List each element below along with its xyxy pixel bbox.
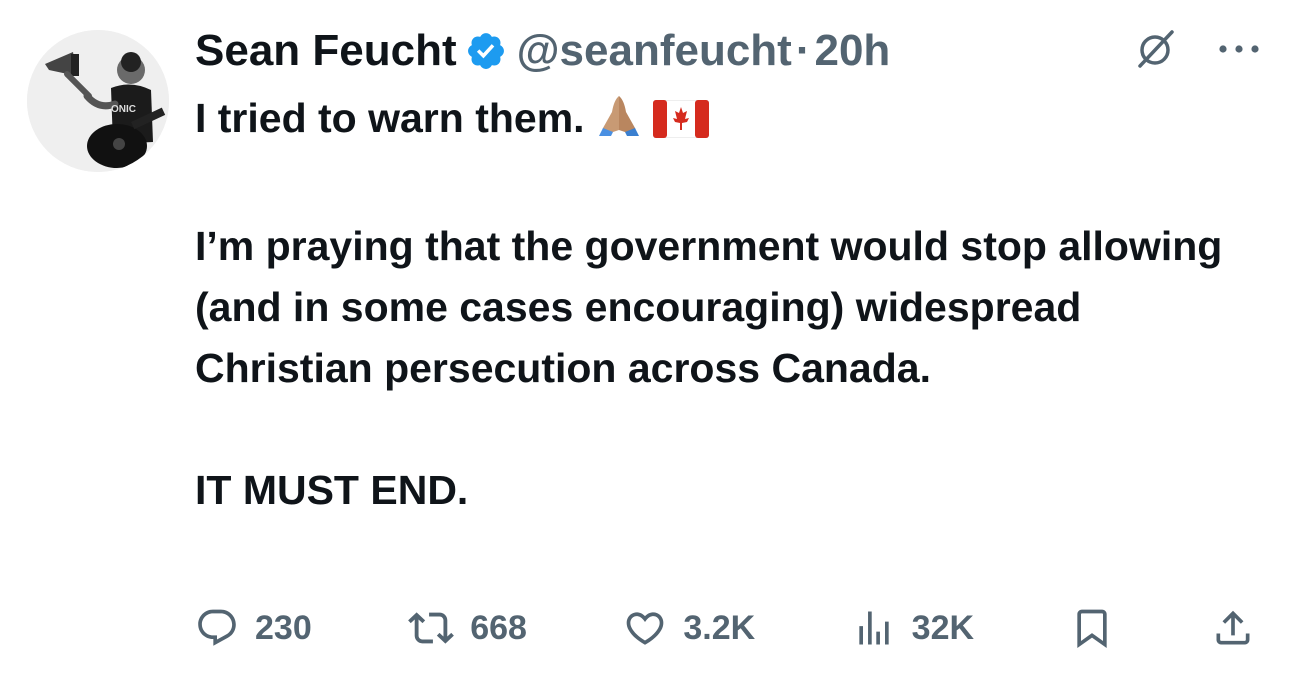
separator-dot: · — [795, 26, 811, 75]
tweet-paragraph-2: I’m praying that the government would st… — [195, 223, 1223, 391]
reply-count: 230 — [255, 608, 312, 647]
reply-icon — [195, 606, 239, 650]
repost-icon — [408, 605, 455, 651]
avatar[interactable]: ONIC — [27, 30, 169, 172]
like-count: 3.2K — [683, 608, 756, 647]
share-icon — [1211, 606, 1255, 650]
repost-count: 668 — [470, 608, 527, 647]
more-icon[interactable] — [1218, 43, 1260, 55]
tweet-line-1-text: I tried to warn them. — [195, 95, 585, 141]
timestamp[interactable]: 20h — [814, 26, 890, 76]
repost-button[interactable]: 668 — [408, 605, 527, 651]
share-button[interactable] — [1211, 606, 1255, 650]
canada-flag-emoji — [652, 94, 710, 155]
verified-badge-icon[interactable] — [465, 30, 507, 72]
tweet-header: Sean Feucht @seanfeucht · 20h — [195, 24, 890, 78]
author-handle[interactable]: @seanfeucht — [517, 26, 792, 76]
views-button[interactable]: 32K — [852, 606, 974, 650]
author-name[interactable]: Sean Feucht — [195, 26, 457, 76]
reply-button[interactable]: 230 — [195, 606, 312, 650]
tweet-top-actions — [1132, 26, 1260, 72]
grok-icon[interactable] — [1132, 26, 1178, 72]
bookmark-button[interactable] — [1070, 606, 1114, 650]
tweet-text: I tried to warn them. I’m praying that t… — [195, 88, 1255, 521]
views-icon — [852, 606, 896, 650]
folded-hands-emoji — [595, 94, 643, 155]
view-count: 32K — [911, 608, 975, 647]
bookmark-icon — [1070, 606, 1114, 650]
tweet-action-bar: 230 668 3.2K 32K — [195, 600, 1255, 656]
like-button[interactable]: 3.2K — [623, 606, 755, 650]
like-icon — [623, 606, 667, 650]
tweet-paragraph-3: IT MUST END. — [195, 467, 469, 513]
tweet-line-1: I tried to warn them. — [195, 88, 1255, 155]
avatar-shirt-text: ONIC — [111, 104, 136, 115]
